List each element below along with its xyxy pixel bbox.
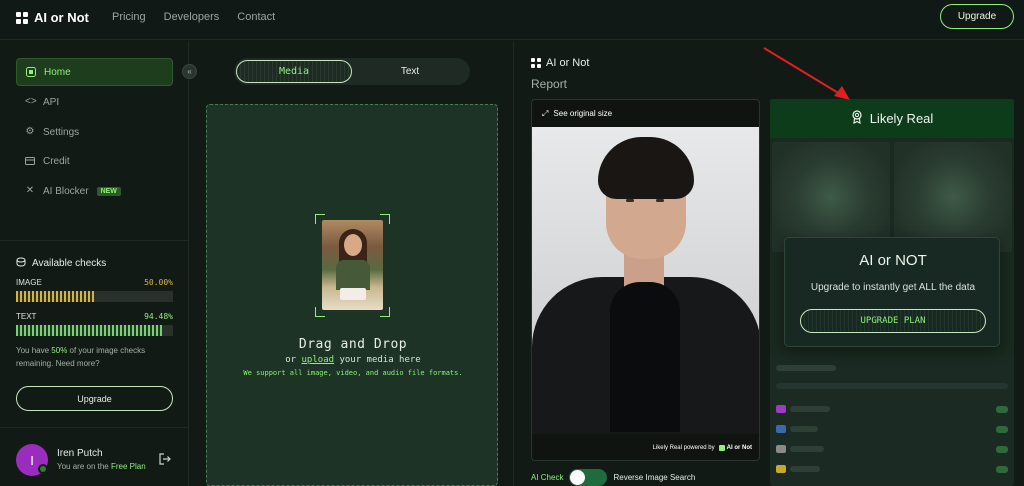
nav-links: Pricing Developers Contact [112, 11, 275, 23]
result-header: Likely Real [770, 99, 1014, 138]
image-check-row: IMAGE 50.00% [16, 278, 173, 302]
collapse-sidebar-button[interactable]: « [182, 64, 197, 79]
analyzed-image [532, 127, 759, 434]
sidebar-item-credit[interactable]: Credit [16, 147, 173, 175]
check-mode-toggle-row: AI Check Reverse Image Search [531, 469, 695, 486]
close-icon: ✕ [25, 185, 35, 196]
brand-logo[interactable]: AI or Not [16, 10, 89, 25]
award-badge-icon [851, 110, 863, 127]
remaining-prefix: You have [16, 346, 52, 355]
sidebar-item-home[interactable]: Home [16, 58, 173, 86]
new-badge: NEW [96, 186, 121, 196]
sidebar-item-label: Settings [43, 126, 80, 138]
ai-check-label[interactable]: AI Check [531, 473, 563, 482]
footer-brand-name: AI or Not [726, 445, 752, 451]
plan-name[interactable]: Free Plan [111, 462, 146, 471]
modal-title: AI or NOT [859, 252, 927, 269]
check-mode-toggle[interactable] [569, 469, 608, 486]
result-card: Likely Real AI or NOT Upgrade to instant… [770, 99, 1014, 486]
image-check-bar-fill [16, 291, 95, 302]
supported-formats-note: We support all image, video, and audio f… [243, 369, 463, 377]
sidebar-upgrade-button[interactable]: Upgrade [16, 386, 173, 411]
sidebar-item-api[interactable]: <> API [16, 88, 173, 116]
sidebar-item-label: Credit [43, 155, 70, 167]
image-check-percent: 50.00% [144, 278, 173, 287]
top-navigation: AI or Not Pricing Developers Contact Upg… [0, 0, 1024, 40]
available-checks-heading: Available checks [16, 257, 106, 270]
see-original-size-label: See original size [553, 109, 613, 118]
report-title: Report [531, 77, 568, 91]
logo-mark-icon [718, 445, 725, 451]
text-check-row: TEXT 94.48% [16, 312, 173, 336]
upload-link[interactable]: upload [302, 355, 335, 365]
drop-zone-title: Drag and Drop [298, 337, 408, 352]
user-plan: You are on the Free Plan [57, 462, 146, 471]
modal-subtitle: Upgrade to instantly get ALL the data [810, 282, 976, 293]
drop-zone[interactable]: Drag and Drop or upload your media here … [206, 104, 498, 486]
uploaded-image-thumbnail [322, 220, 383, 310]
text-check-label: TEXT [16, 312, 37, 321]
nav-link-developers[interactable]: Developers [164, 11, 220, 23]
header-upgrade-button[interactable]: Upgrade [940, 4, 1014, 29]
text-check-bar-fill [16, 325, 165, 336]
sidebar-item-settings[interactable]: ⚙ Settings [16, 118, 173, 146]
footer-prefix: Likely Real powered by [652, 445, 715, 451]
toggle-knob [570, 470, 586, 485]
nav-link-pricing[interactable]: Pricing [112, 11, 146, 23]
analyzed-image-card: ⤢ See original size Likely Real powered … [531, 99, 760, 461]
double-chevron-left-icon: « [187, 67, 192, 76]
image-footer: Likely Real powered by AI or Not [532, 434, 759, 460]
media-type-toggle: Media Text [234, 58, 470, 85]
drop-zone-subtitle: or upload your media here [207, 355, 499, 365]
tab-media[interactable]: Media [236, 60, 352, 83]
uploaded-thumbnail-frame [315, 214, 390, 317]
logo-mark-icon [16, 11, 28, 24]
result-verdict: Likely Real [869, 111, 934, 126]
tab-text[interactable]: Text [352, 60, 468, 83]
upgrade-plan-button[interactable]: UPGRADE PLAN [800, 309, 986, 333]
home-icon [26, 67, 36, 77]
image-check-bar [16, 291, 173, 302]
sidebar-item-ai-blocker[interactable]: ✕ AI Blocker NEW [16, 177, 173, 205]
remaining-checks-text: You have 50% of your image checks remain… [16, 344, 176, 370]
logout-icon[interactable] [158, 452, 172, 466]
text-check-percent: 94.48% [144, 312, 173, 321]
sidebar: Home <> API ⚙ Settings Credit ✕ AI Block… [0, 41, 189, 486]
plan-prefix: You are on the [57, 462, 111, 471]
code-icon: <> [25, 96, 37, 107]
user-name: Iren Putch [57, 448, 103, 459]
blurred-chart-right [894, 142, 1012, 252]
upload-panel: Media Text Drag and Drop or upload your … [190, 41, 514, 486]
logo-mark-icon [531, 58, 541, 68]
nav-link-contact[interactable]: Contact [237, 11, 275, 23]
subtitle-suffix: your media here [334, 355, 421, 365]
image-check-label: IMAGE [16, 278, 42, 287]
text-check-bar [16, 325, 173, 336]
online-status-dot [38, 464, 48, 474]
divider [0, 427, 189, 428]
reverse-image-search-label[interactable]: Reverse Image Search [613, 473, 695, 482]
card-icon [25, 156, 35, 166]
expand-icon: ⤢ [542, 108, 549, 118]
divider [0, 240, 189, 241]
gear-icon: ⚙ [25, 126, 35, 137]
blurred-details-list [770, 357, 1014, 486]
brand-name: AI or Not [34, 10, 89, 25]
available-checks-title: Available checks [32, 258, 107, 269]
subtitle-prefix: or [285, 355, 302, 365]
sidebar-item-label: API [43, 96, 60, 108]
report-brand: AI or Not [531, 57, 589, 69]
report-brand-name: AI or Not [546, 57, 590, 69]
sidebar-item-label: AI Blocker [43, 185, 89, 197]
footer-brand: AI or Not [718, 445, 752, 451]
sidebar-item-label: Home [44, 66, 71, 78]
report-panel: AI or Not Report ⤢ See original size Lik… [515, 41, 1024, 486]
see-original-size-button[interactable]: ⤢ See original size [532, 100, 759, 127]
remaining-percent: 50% [51, 346, 68, 355]
blurred-chart-left [772, 142, 890, 252]
coins-icon [16, 257, 26, 270]
upgrade-modal: AI or NOT Upgrade to instantly get ALL t… [784, 237, 1000, 347]
